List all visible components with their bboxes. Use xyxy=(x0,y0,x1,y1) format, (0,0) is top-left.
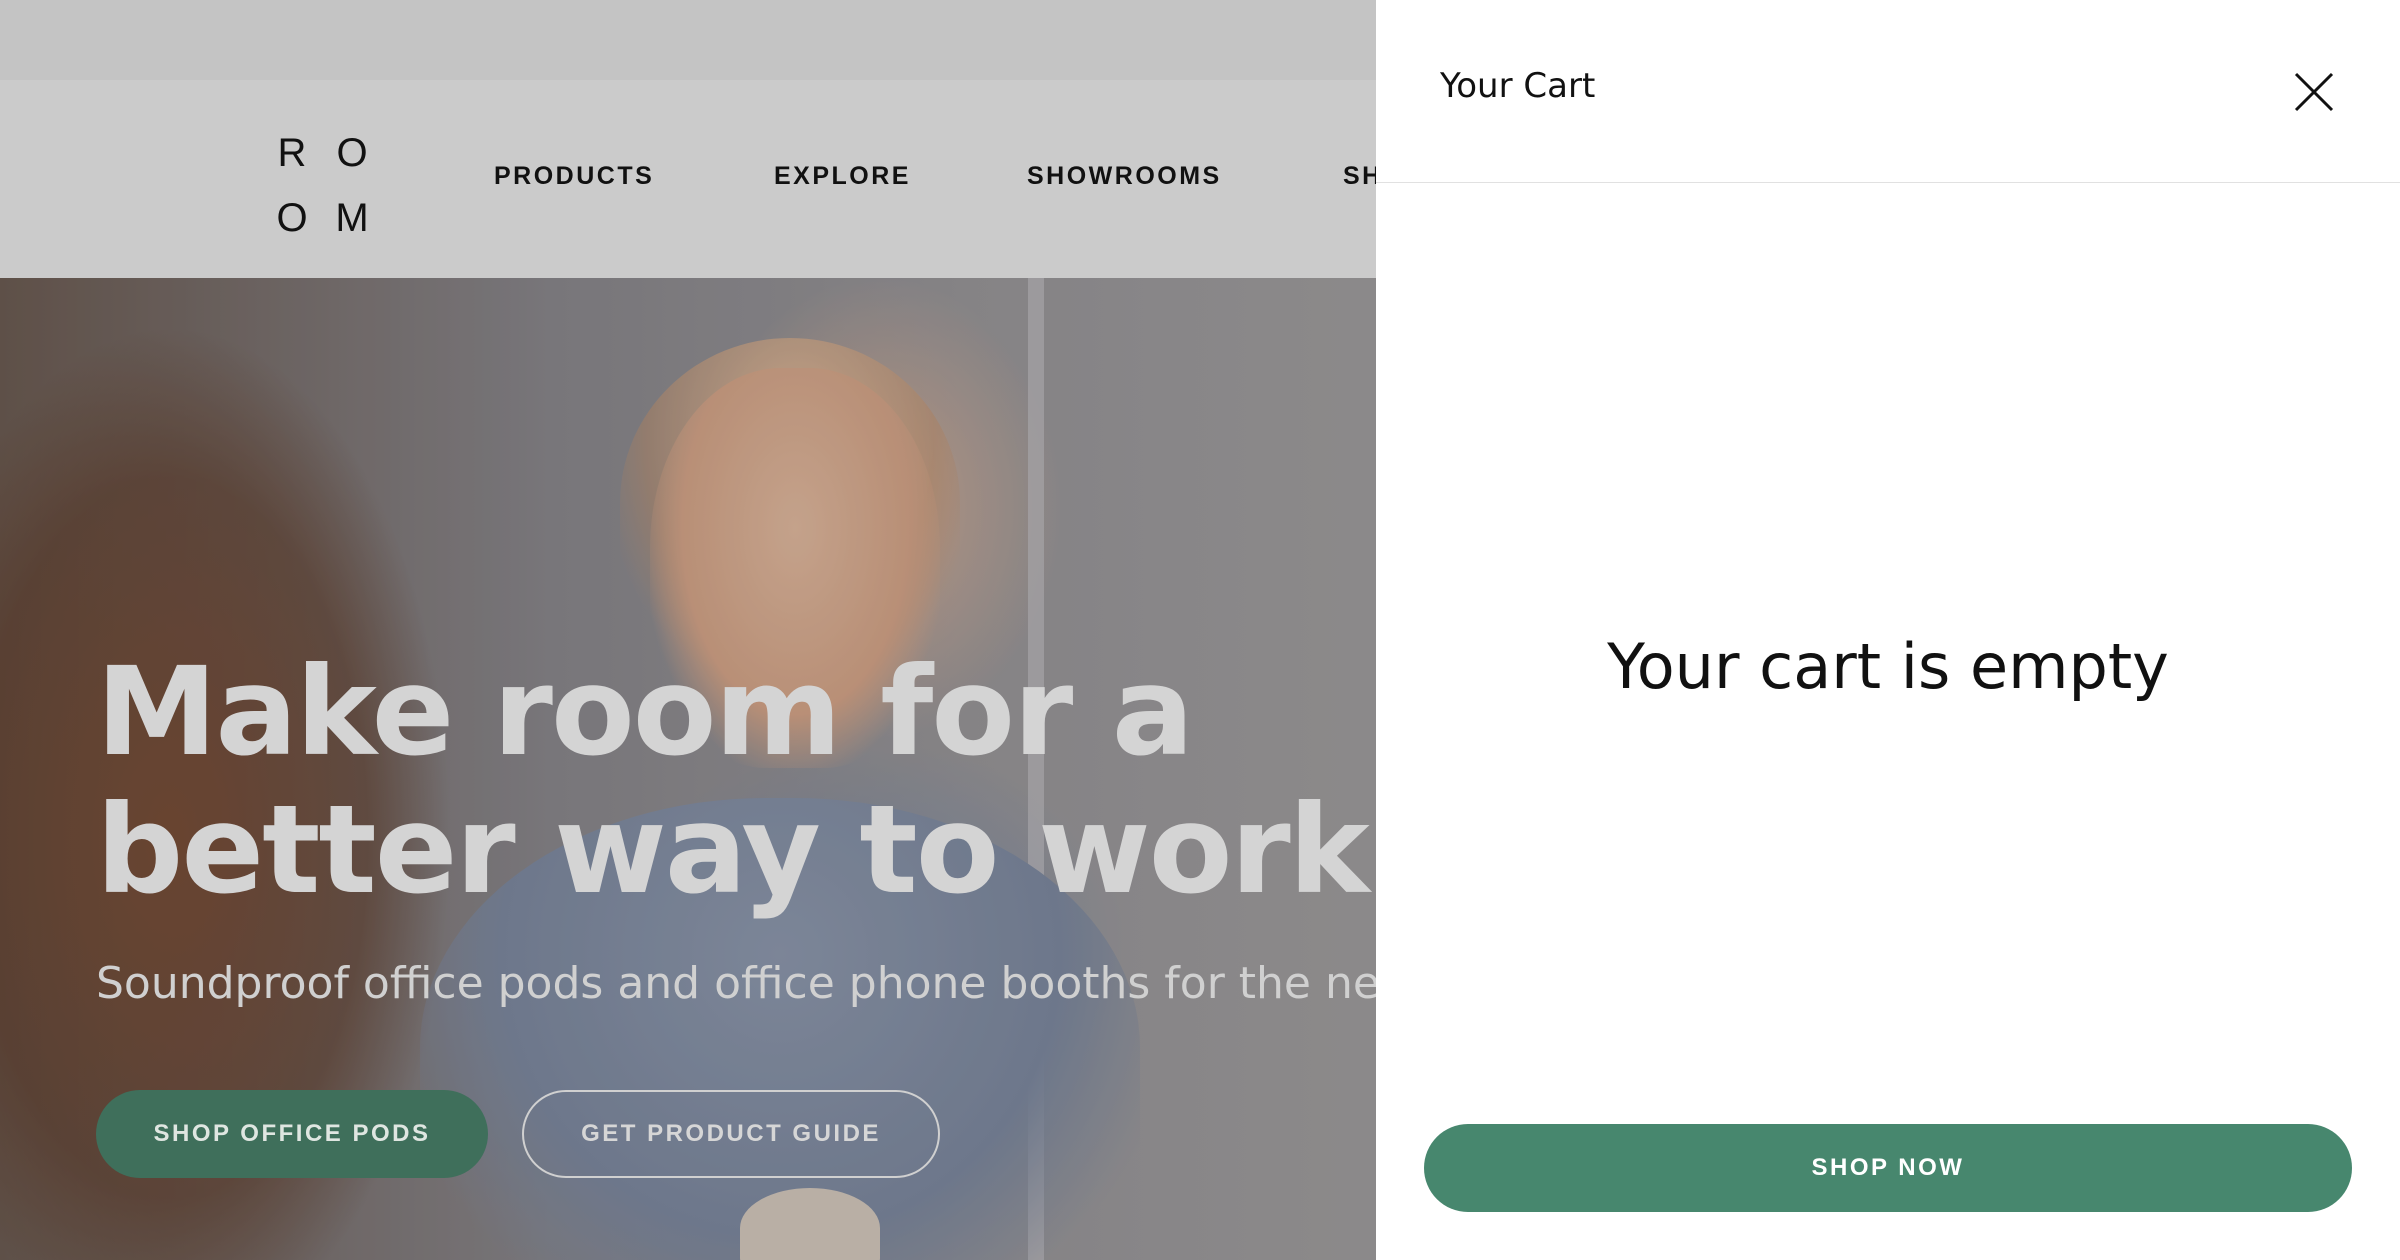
close-icon[interactable] xyxy=(2286,64,2342,120)
logo-letter: R xyxy=(277,130,307,175)
hero-subtitle: Soundproof office pods and office phone … xyxy=(96,958,1376,1009)
hero-title-line-1: Make room for a xyxy=(96,641,1194,783)
room-logo[interactable]: R O O M xyxy=(262,120,382,250)
logo-letter: O xyxy=(276,195,308,240)
hero-section: Make room for a better way to work Soundp… xyxy=(0,278,1376,1260)
hero-title: Make room for a better way to work xyxy=(96,643,1376,919)
cart-drawer-header: Your Cart xyxy=(1376,0,2400,183)
shop-now-button[interactable]: SHOP NOW xyxy=(1424,1124,2352,1212)
nav-item-products[interactable]: PRODUCTS xyxy=(494,162,654,191)
nav-item-showrooms[interactable]: SHOWROOMS xyxy=(1027,162,1222,191)
close-icon-svg xyxy=(2294,72,2334,112)
get-product-guide-button[interactable]: GET PRODUCT GUIDE xyxy=(522,1090,940,1178)
hero-title-line-2: better way to work xyxy=(96,779,1370,921)
cart-title: Your Cart xyxy=(1440,66,1596,106)
logo-letter: M xyxy=(335,195,369,240)
logo-letter: O xyxy=(336,130,368,175)
nav-item-explore[interactable]: EXPLORE xyxy=(774,162,911,191)
cart-empty-message: Your cart is empty xyxy=(1607,630,2169,703)
cart-drawer: Your Cart Your cart is empty SHOP NOW xyxy=(1376,0,2400,1260)
shop-office-pods-button[interactable]: SHOP OFFICE PODS xyxy=(96,1090,488,1178)
